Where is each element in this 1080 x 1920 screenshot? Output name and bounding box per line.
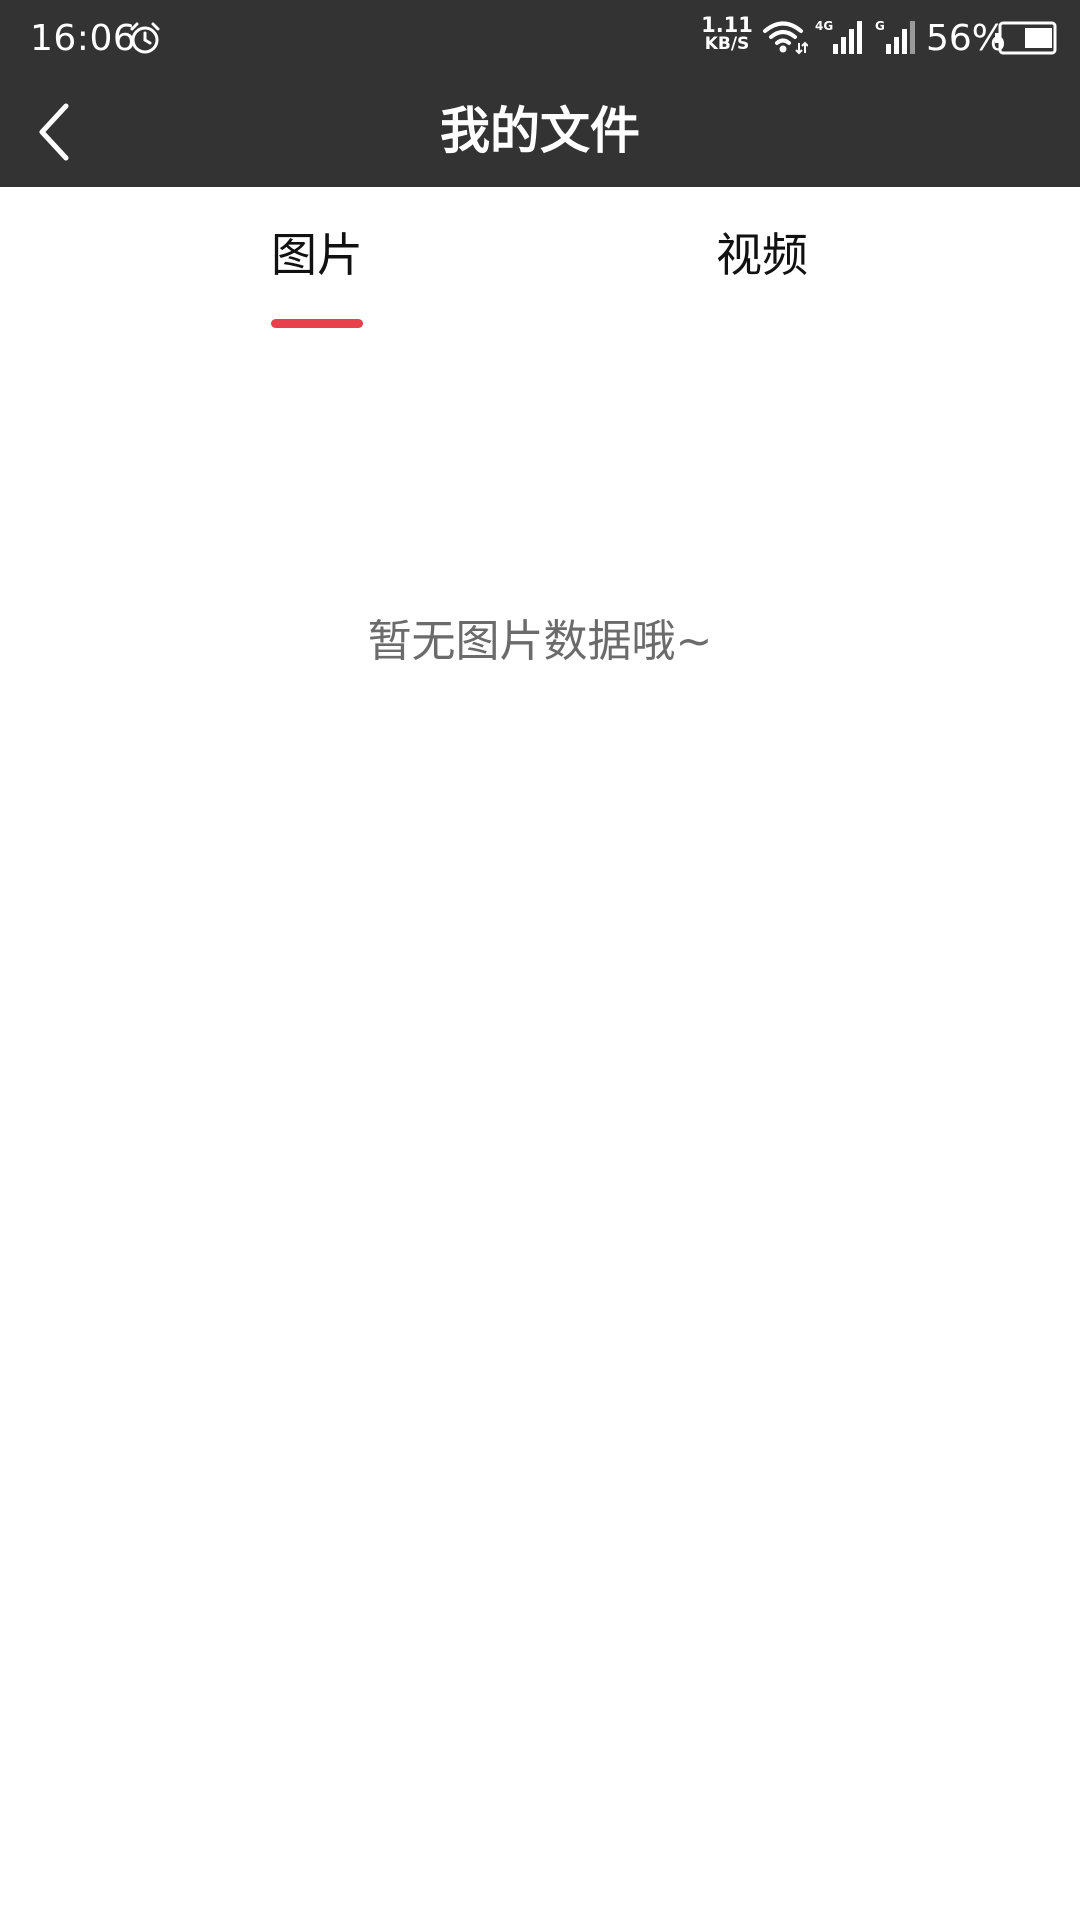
tab-videos[interactable]: 视频 [612, 187, 912, 337]
status-time: 16:06 [30, 18, 137, 59]
empty-state-message: 暂无图片数据哦~ [367, 616, 713, 667]
tab-videos-label: 视频 [716, 228, 808, 282]
battery-percent: 56% [926, 18, 1007, 59]
network-speed-unit: KB/S [704, 34, 750, 54]
nav-bar: 我的文件 [0, 76, 1080, 187]
battery-icon [995, 21, 1057, 55]
tab-images[interactable]: 图片 [167, 187, 467, 337]
battery-fill [1025, 28, 1052, 48]
cellular-4g-signal-icon: 4G [815, 18, 865, 56]
tab-images-label: 图片 [271, 228, 363, 282]
status-bar: 16:06 1.11 KB/S 4G G 56% [0, 0, 1080, 76]
app-header: 16:06 1.11 KB/S 4G G 56% 我的文件 [0, 0, 1080, 187]
active-tab-indicator [271, 319, 363, 328]
network-speed-value: 1.11 [701, 13, 753, 37]
signal2-label: G [875, 19, 885, 33]
alarm-clock-icon [127, 20, 163, 56]
chevron-left-icon [39, 103, 69, 161]
network-speed: 1.11 KB/S [698, 13, 756, 54]
page-title: 我的文件 [440, 102, 640, 160]
signal1-label: 4G [815, 19, 833, 33]
tab-bar: 图片 视频 [0, 187, 1080, 337]
back-button[interactable] [28, 92, 88, 172]
cellular-g-signal-icon: G [875, 18, 917, 56]
wifi-icon [762, 18, 809, 58]
